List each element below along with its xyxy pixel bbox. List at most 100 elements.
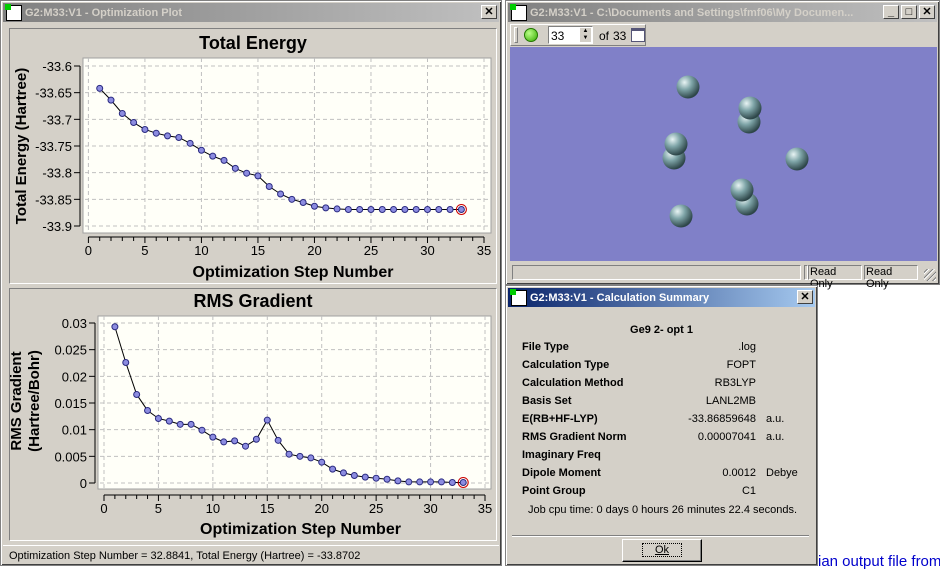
x-axis-label: Optimization Step Number xyxy=(193,264,394,281)
data-point xyxy=(329,465,337,473)
data-point xyxy=(339,469,347,477)
summary-value: 0.00007041 xyxy=(697,431,756,443)
data-point xyxy=(416,478,424,486)
summary-row: File Type .log xyxy=(522,341,802,359)
gradient-chart[interactable]: 0 5 10 15 20 25 30 35 0.03 0.025 0.02 0.015 0.01 0.00… xyxy=(1,1,492,538)
spinner-arrows-icon[interactable]: ▲ ▼ xyxy=(580,28,591,42)
summary-label: Point Group xyxy=(522,485,586,497)
data-point xyxy=(383,475,391,483)
total-frames: 33 xyxy=(613,29,627,43)
y-tick-label: 0 xyxy=(80,476,87,491)
app-icon xyxy=(510,3,527,21)
frame-input[interactable]: 33 xyxy=(551,29,564,43)
data-point xyxy=(274,436,282,444)
data-point xyxy=(350,472,358,480)
ge-atom xyxy=(669,204,693,228)
data-point xyxy=(122,358,130,366)
movie-settings-icon[interactable] xyxy=(631,28,645,42)
data-point xyxy=(285,450,293,458)
molecule[interactable] xyxy=(510,47,937,261)
calculation-summary-dialog: G2:M33:V1 - Calculation Summary ✕ Ge9 2-… xyxy=(505,285,818,566)
molecule-viewport[interactable] xyxy=(510,47,937,261)
data-point xyxy=(133,390,141,398)
data-point xyxy=(372,474,380,482)
y-axis-label: (Hartree/Bohr) xyxy=(26,350,43,452)
background-text: ian output file from xyxy=(818,553,940,570)
data-point xyxy=(437,478,445,486)
data-point xyxy=(307,454,315,462)
status-field xyxy=(512,265,801,280)
summary-label: Calculation Type xyxy=(522,359,610,371)
y-tick-label: 0.02 xyxy=(62,369,87,384)
data-point xyxy=(252,435,260,443)
chart-title: RMS Gradient xyxy=(193,291,313,311)
summary-label: E(RB+HF-LYP) xyxy=(522,413,598,425)
x-tick-label: 30 xyxy=(423,501,437,516)
ge-atom xyxy=(785,147,809,171)
summary-value: C1 xyxy=(741,485,756,497)
ok-button[interactable]: Ok xyxy=(622,539,702,562)
summary-label: Basis Set xyxy=(522,395,572,407)
summary-value: 0.0012 xyxy=(722,467,756,479)
x-tick-label: 10 xyxy=(206,501,220,516)
cpu-time: Job cpu time: 0 days 0 hours 26 minutes … xyxy=(528,504,798,516)
x-tick-label: 20 xyxy=(314,501,328,516)
summary-label: Calculation Method xyxy=(522,377,624,389)
toolbar-grip[interactable] xyxy=(514,27,518,43)
y-tick-label: 0.01 xyxy=(62,423,87,438)
app-icon xyxy=(510,288,527,306)
close-button[interactable]: ✕ xyxy=(919,5,935,19)
y-tick-label: 0.025 xyxy=(54,343,87,358)
dialog-title: G2:M33:V1 - Calculation Summary xyxy=(530,291,710,304)
data-point xyxy=(361,473,369,481)
ge-atom xyxy=(664,132,688,156)
status-text: Optimization Step Number = 32.8841, Tota… xyxy=(9,550,361,562)
data-point xyxy=(394,477,402,485)
title-bar[interactable]: G2:M33:V1 - Calculation Summary ✕ xyxy=(508,288,815,307)
ge-atom xyxy=(730,178,754,202)
summary-row: Point Group C1 xyxy=(522,485,802,503)
x-tick-label: 0 xyxy=(100,501,107,516)
summary-row: RMS Gradient Norm 0.00007041 a.u. xyxy=(522,431,802,449)
of-label: of xyxy=(599,29,610,43)
data-point xyxy=(263,416,271,424)
data-point xyxy=(176,420,184,428)
maximize-button[interactable]: □ xyxy=(901,5,917,19)
summary-label: Imaginary Freq xyxy=(522,449,601,461)
resize-grip-icon[interactable] xyxy=(924,269,936,281)
ge-atom xyxy=(738,96,762,120)
summary-unit: a.u. xyxy=(766,431,785,443)
x-tick-label: 25 xyxy=(369,501,383,516)
summary-label: RMS Gradient Norm xyxy=(522,431,627,443)
ok-label: Ok xyxy=(641,543,683,557)
summary-row: Dipole Moment 0.0012 Debye xyxy=(522,467,802,485)
data-point xyxy=(459,478,467,486)
data-point xyxy=(405,478,413,486)
frame-spinner[interactable]: 33 ▲ ▼ xyxy=(548,26,593,44)
data-point xyxy=(242,442,250,450)
optimization-plot-window: G2:M33:V1 - Optimization Plot ✕ Total En… xyxy=(0,0,502,566)
data-point xyxy=(231,437,239,445)
data-point xyxy=(111,323,119,331)
y-tick-label: 0.015 xyxy=(54,396,87,411)
summary-label: File Type xyxy=(522,341,569,353)
data-point xyxy=(144,406,152,414)
data-point xyxy=(187,420,195,428)
summary-row: E(RB+HF-LYP) -33.86859648 a.u. xyxy=(522,413,802,431)
summary-heading: Ge9 2- opt 1 xyxy=(630,324,693,336)
chart-panel-gradient: RMS Gradient 0 5 10 15 20 25 30 35 0.03 0.025 0.02… xyxy=(8,288,497,541)
read-only-status-2: Read Only xyxy=(864,265,918,290)
title-bar[interactable]: G2:M33:V1 - C:\Documents and Settings\fm… xyxy=(508,3,937,22)
summary-value: RB3LYP xyxy=(714,377,756,389)
summary-row: Calculation Type FOPT xyxy=(522,359,802,377)
summary-unit: a.u. xyxy=(766,413,785,425)
minimize-button[interactable]: _ xyxy=(883,5,899,19)
data-point xyxy=(165,417,173,425)
animation-play-icon[interactable] xyxy=(524,28,538,42)
y-axis-label: RMS Gradient xyxy=(8,351,25,450)
data-point xyxy=(448,478,456,486)
x-tick-label: 35 xyxy=(478,501,492,516)
data-point xyxy=(318,458,326,466)
close-button[interactable]: ✕ xyxy=(797,290,813,304)
summary-row: Imaginary Freq xyxy=(522,449,802,467)
